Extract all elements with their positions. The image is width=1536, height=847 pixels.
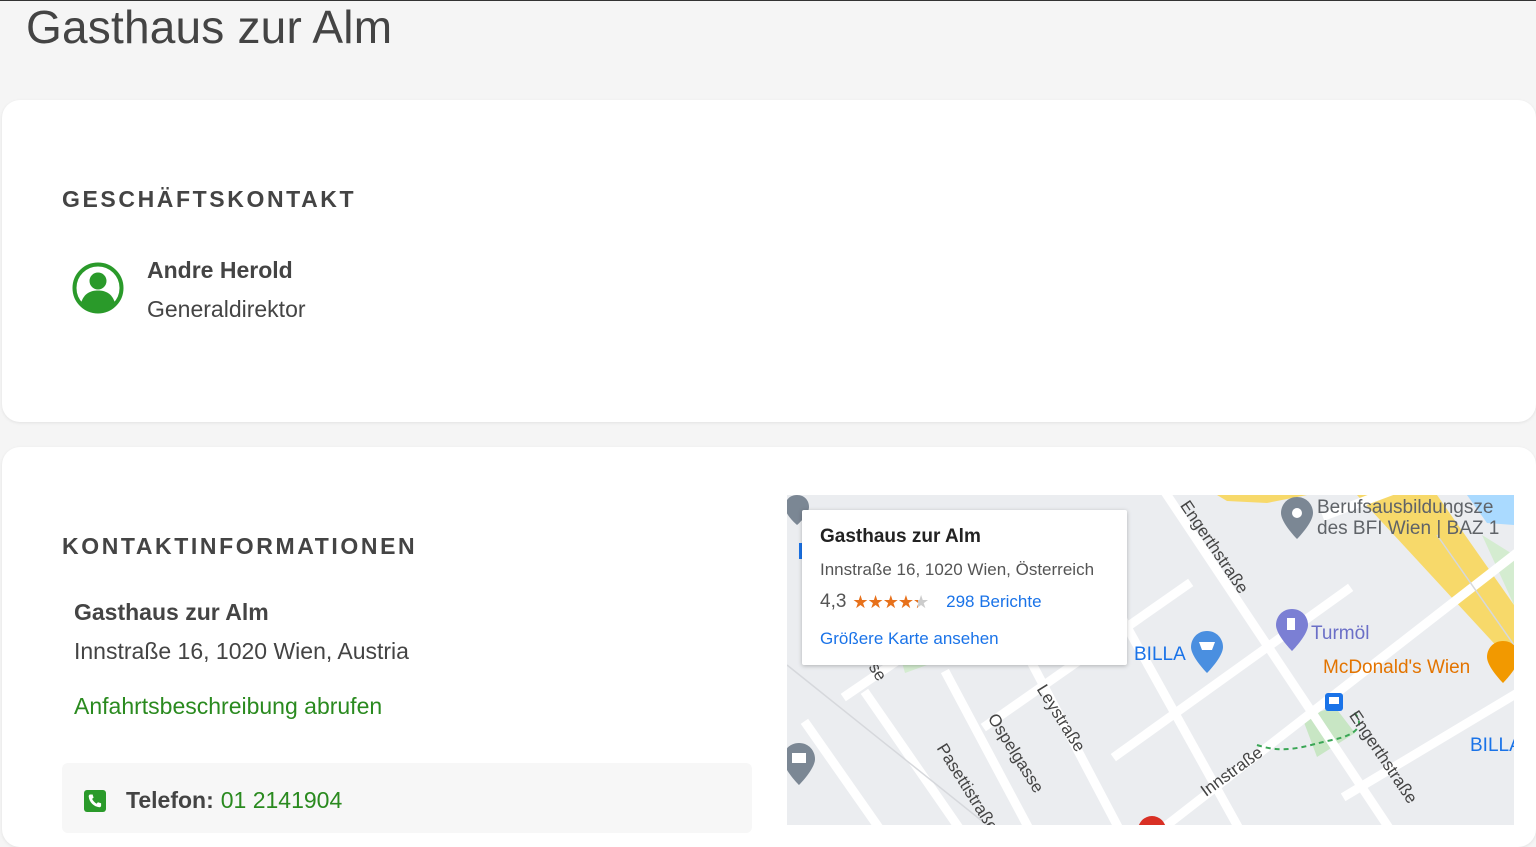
map-popup-title: Gasthaus zur Alm: [820, 526, 981, 547]
map-place-billa[interactable]: BILLA: [1134, 644, 1186, 665]
map-info-popup: Gasthaus zur Alm Innstraße 16, 1020 Wien…: [802, 510, 1127, 665]
phone-icon: [84, 789, 106, 812]
user-circle-icon: [72, 262, 124, 314]
section-heading-business-contact: GESCHÄFTSKONTAKT: [62, 186, 357, 212]
contact-person-name: Andre Herold: [147, 257, 293, 283]
phone-label: Telefon:: [126, 787, 214, 813]
phone-number-link[interactable]: 01 2141904: [221, 787, 343, 814]
contact-information-card: KONTAKTINFORMATIONEN Gasthaus zur Alm In…: [2, 447, 1536, 847]
business-contact-card: GESCHÄFTSKONTAKT Andre Herold Generaldir…: [2, 100, 1536, 422]
map-place-billa-2[interactable]: BILLA: [1470, 735, 1514, 756]
map-place-bfi[interactable]: Berufsausbildungsze des BFI Wien | BAZ 1: [1317, 497, 1499, 539]
map-popup-reviews-link[interactable]: 298 Berichte: [946, 592, 1041, 612]
embedded-map[interactable]: Berufsausbildungsze des BFI Wien | BAZ 1…: [787, 495, 1514, 825]
section-heading-contact-info: KONTAKTINFORMATIONEN: [62, 533, 418, 559]
map-place-mcdonalds[interactable]: McDonald's Wien: [1323, 657, 1470, 678]
map-popup-rating: 4,3: [820, 591, 847, 612]
contact-person: Andre Herold Generaldirektor: [72, 255, 306, 324]
business-name: Gasthaus zur Alm: [74, 599, 269, 625]
contact-person-role: Generaldirektor: [147, 296, 306, 322]
business-address: Innstraße 16, 1020 Wien, Austria: [74, 638, 409, 664]
get-directions-link[interactable]: Anfahrtsbeschreibung abrufen: [74, 693, 382, 720]
phone-box: Telefon: 01 2141904: [62, 763, 752, 833]
page-title: Gasthaus zur Alm: [26, 1, 393, 53]
map-place-turmoel[interactable]: Turmöl: [1311, 623, 1369, 644]
map-larger-map-link[interactable]: Größere Karte ansehen: [820, 629, 999, 649]
map-popup-address: Innstraße 16, 1020 Wien, Österreich: [820, 560, 1095, 579]
business-address-block: Gasthaus zur Alm Innstraße 16, 1020 Wien…: [74, 597, 409, 666]
star-rating-icon: ★★★★★★: [852, 591, 929, 612]
